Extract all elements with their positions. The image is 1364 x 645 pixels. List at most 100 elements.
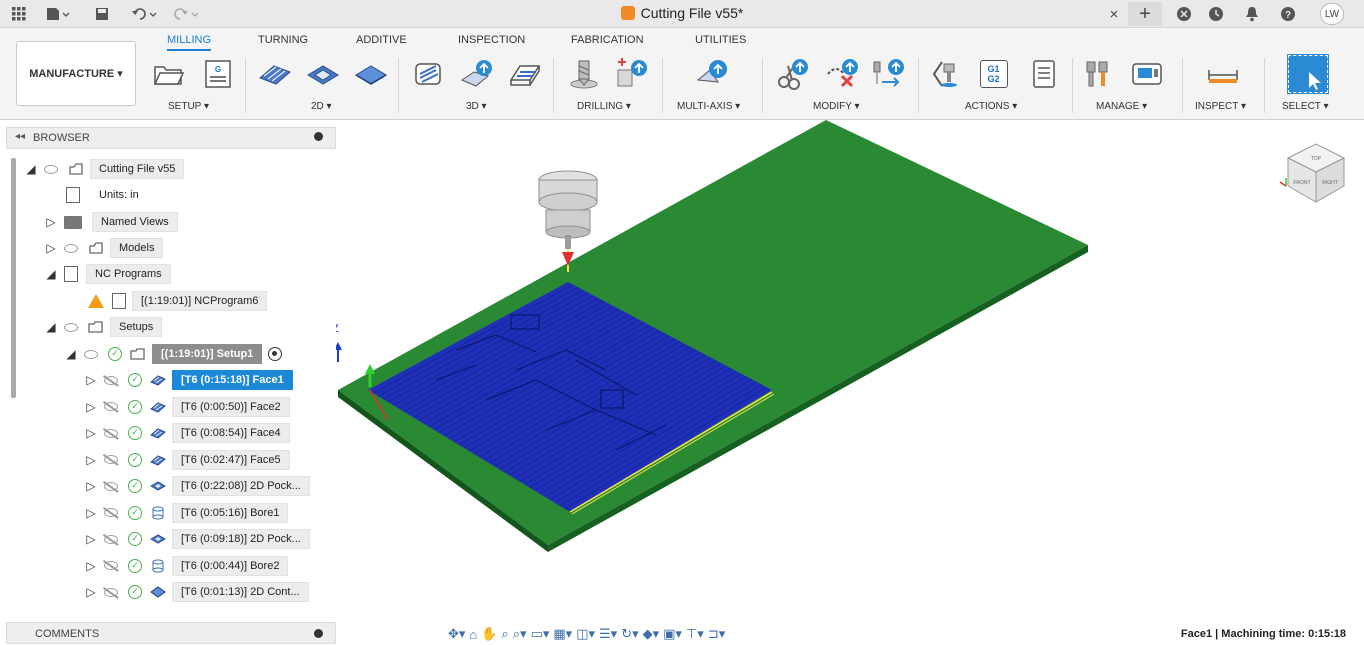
hidden-eye-icon[interactable] bbox=[104, 561, 118, 570]
3d-scene[interactable]: Z TOP FRONT RIGHT bbox=[332, 120, 1364, 622]
setup-sheet-icon[interactable] bbox=[1028, 58, 1060, 90]
browser-scrollbar[interactable] bbox=[11, 158, 16, 398]
expand-triangle-icon[interactable]: ▷ bbox=[84, 532, 98, 546]
expand-triangle-icon[interactable]: ▷ bbox=[84, 453, 98, 467]
hidden-eye-icon[interactable] bbox=[104, 534, 118, 544]
setup-folder-icon[interactable] bbox=[152, 58, 185, 90]
nc-program-icon[interactable]: G bbox=[202, 58, 234, 90]
look-at-icon[interactable]: ⌂ bbox=[469, 627, 477, 642]
2d-contour-icon[interactable] bbox=[354, 58, 387, 90]
visibility-eye-icon[interactable] bbox=[64, 243, 78, 253]
2d-adaptive-icon[interactable] bbox=[258, 58, 291, 90]
expand-triangle-icon[interactable]: ▷ bbox=[84, 506, 98, 520]
collapse-triangle-icon[interactable]: ◢ bbox=[44, 267, 58, 281]
tab-utilities[interactable]: UTILITIES bbox=[695, 34, 746, 46]
tool-display-icon[interactable]: ⊤▾ bbox=[686, 626, 704, 642]
orbit-icon[interactable]: ✥▾ bbox=[448, 626, 465, 642]
extensions-icon[interactable] bbox=[1172, 2, 1196, 26]
toolpath-display-icon[interactable]: ⊐▾ bbox=[708, 626, 725, 642]
drill-icon[interactable] bbox=[568, 58, 600, 90]
tab-turning[interactable]: TURNING bbox=[258, 34, 308, 46]
expand-triangle-icon[interactable]: ▷ bbox=[84, 426, 98, 440]
machine-library-icon[interactable] bbox=[1130, 58, 1162, 90]
group-multi-axis-label[interactable]: MULTI-AXIS ▾ bbox=[677, 101, 740, 112]
user-avatar[interactable]: LW bbox=[1320, 3, 1344, 25]
collapse-triangle-icon[interactable]: ◢ bbox=[24, 162, 38, 176]
expand-triangle-icon[interactable]: ▷ bbox=[84, 479, 98, 493]
tree-row-named-views[interactable]: ▷ Named Views bbox=[44, 211, 178, 233]
operation-row[interactable]: ▷ ✓ [T6 (0:01:13)] 2D Cont... bbox=[84, 581, 309, 603]
operation-row[interactable]: ▷ ✓ [T6 (0:22:08)] 2D Pock... bbox=[84, 475, 310, 497]
group-setup-label[interactable]: SETUP ▾ bbox=[168, 101, 209, 112]
collapse-triangle-icon[interactable]: ◢ bbox=[44, 320, 58, 334]
operation-row[interactable]: ▷ ✓ [T6 (0:00:44)] Bore2 bbox=[84, 555, 289, 577]
job-status-icon[interactable] bbox=[1204, 2, 1228, 26]
hidden-eye-icon[interactable] bbox=[104, 375, 118, 385]
grid-icon[interactable]: ▦▾ bbox=[553, 626, 572, 642]
operation-row[interactable]: ▷ ✓ [T6 (0:15:18)] Face1 bbox=[84, 369, 293, 391]
group-select-label[interactable]: SELECT ▾ bbox=[1282, 101, 1329, 112]
visibility-eye-icon[interactable] bbox=[64, 322, 78, 332]
hidden-eye-icon[interactable] bbox=[104, 428, 118, 438]
group-drilling-label[interactable]: DRILLING ▾ bbox=[577, 101, 631, 112]
hidden-eye-icon[interactable] bbox=[104, 402, 118, 411]
operation-row[interactable]: ▷ ✓ [T6 (0:09:18)] 2D Pock... bbox=[84, 528, 310, 550]
tree-row-setup[interactable]: ◢ ✓ [(1:19:01)] Setup1 bbox=[64, 343, 283, 365]
comments-pin-icon[interactable] bbox=[314, 629, 323, 638]
activate-radio-icon[interactable] bbox=[268, 347, 283, 361]
display-settings-icon[interactable]: ▭▾ bbox=[531, 626, 550, 642]
group-modify-label[interactable]: MODIFY ▾ bbox=[813, 101, 860, 112]
tree-row-nc-programs[interactable]: ◢ NC Programs bbox=[44, 263, 171, 285]
multi-axis-icon[interactable] bbox=[696, 58, 728, 90]
select-icon[interactable] bbox=[1287, 54, 1329, 94]
canvas-viewport[interactable]: Z TOP FRONT RIGHT bbox=[332, 120, 1364, 622]
zoom-window-icon[interactable]: ⌕▾ bbox=[513, 626, 527, 642]
layers-icon[interactable]: ☰▾ bbox=[599, 626, 617, 642]
modify-tool-icon[interactable] bbox=[872, 58, 904, 90]
group-2d-label[interactable]: 2D ▾ bbox=[311, 101, 332, 112]
tab-milling[interactable]: MILLING bbox=[167, 34, 212, 51]
tree-row-setups[interactable]: ◢ Setups bbox=[44, 316, 163, 338]
3d-adaptive-icon[interactable] bbox=[412, 58, 444, 90]
viewports-icon[interactable]: ◫▾ bbox=[576, 626, 595, 642]
expand-triangle-icon[interactable]: ▷ bbox=[84, 400, 98, 414]
hidden-eye-icon[interactable] bbox=[104, 455, 118, 464]
hidden-eye-icon[interactable] bbox=[104, 481, 118, 491]
close-tab-icon[interactable]: × bbox=[1102, 2, 1126, 26]
post-process-g1g2-icon[interactable]: G1 G2 bbox=[980, 60, 1008, 88]
tree-row-models[interactable]: ▷ Models bbox=[44, 237, 164, 259]
hidden-eye-icon[interactable] bbox=[104, 587, 118, 597]
3d-pocket-icon[interactable] bbox=[460, 58, 492, 90]
new-tab-icon[interactable]: + bbox=[1128, 2, 1162, 26]
operation-row[interactable]: ▷ ✓ [T6 (0:05:16)] Bore1 bbox=[84, 502, 289, 524]
visibility-eye-icon[interactable] bbox=[44, 164, 58, 174]
expand-triangle-icon[interactable]: ▷ bbox=[84, 373, 98, 387]
rotate-icon[interactable]: ↻▾ bbox=[621, 626, 638, 642]
tab-inspection[interactable]: INSPECTION bbox=[458, 34, 525, 46]
group-manage-label[interactable]: MANAGE ▾ bbox=[1096, 101, 1147, 112]
simulate-icon[interactable] bbox=[932, 58, 964, 90]
tab-fabrication[interactable]: FABRICATION bbox=[571, 34, 644, 46]
zoom-icon[interactable]: ⌕ bbox=[501, 626, 508, 642]
pan-hand-icon[interactable]: ✋ bbox=[481, 626, 497, 642]
tree-row-root[interactable]: ◢ Cutting File v55 bbox=[24, 158, 185, 180]
group-3d-label[interactable]: 3D ▾ bbox=[466, 101, 487, 112]
workspace-switcher-button[interactable]: MANUFACTURE ▾ bbox=[16, 41, 136, 106]
browser-pin-icon[interactable] bbox=[314, 132, 323, 141]
expand-triangle-icon[interactable]: ▷ bbox=[44, 215, 58, 229]
measure-icon[interactable] bbox=[1206, 58, 1238, 90]
tool-library-icon[interactable] bbox=[1084, 58, 1116, 90]
collapse-browser-icon[interactable]: ◂◂ bbox=[15, 131, 25, 142]
comments-panel[interactable]: COMMENTS bbox=[6, 622, 336, 644]
group-actions-label[interactable]: ACTIONS ▾ bbox=[965, 101, 1017, 112]
stock-display-icon[interactable]: ◆▾ bbox=[643, 626, 660, 642]
operation-row[interactable]: ▷ ✓ [T6 (0:02:47)] Face5 bbox=[84, 449, 290, 471]
tree-row-units[interactable]: Units: in bbox=[66, 184, 148, 206]
view-cube[interactable]: TOP FRONT RIGHT bbox=[1279, 143, 1346, 203]
tab-additive[interactable]: ADDITIVE bbox=[356, 34, 407, 46]
help-icon[interactable]: ? bbox=[1276, 2, 1300, 26]
hole-recognition-icon[interactable] bbox=[614, 58, 647, 90]
operation-row[interactable]: ▷ ✓ [T6 (0:08:54)] Face4 bbox=[84, 422, 290, 444]
expand-triangle-icon[interactable]: ▷ bbox=[84, 585, 98, 599]
modify-delete-icon[interactable] bbox=[826, 58, 858, 90]
